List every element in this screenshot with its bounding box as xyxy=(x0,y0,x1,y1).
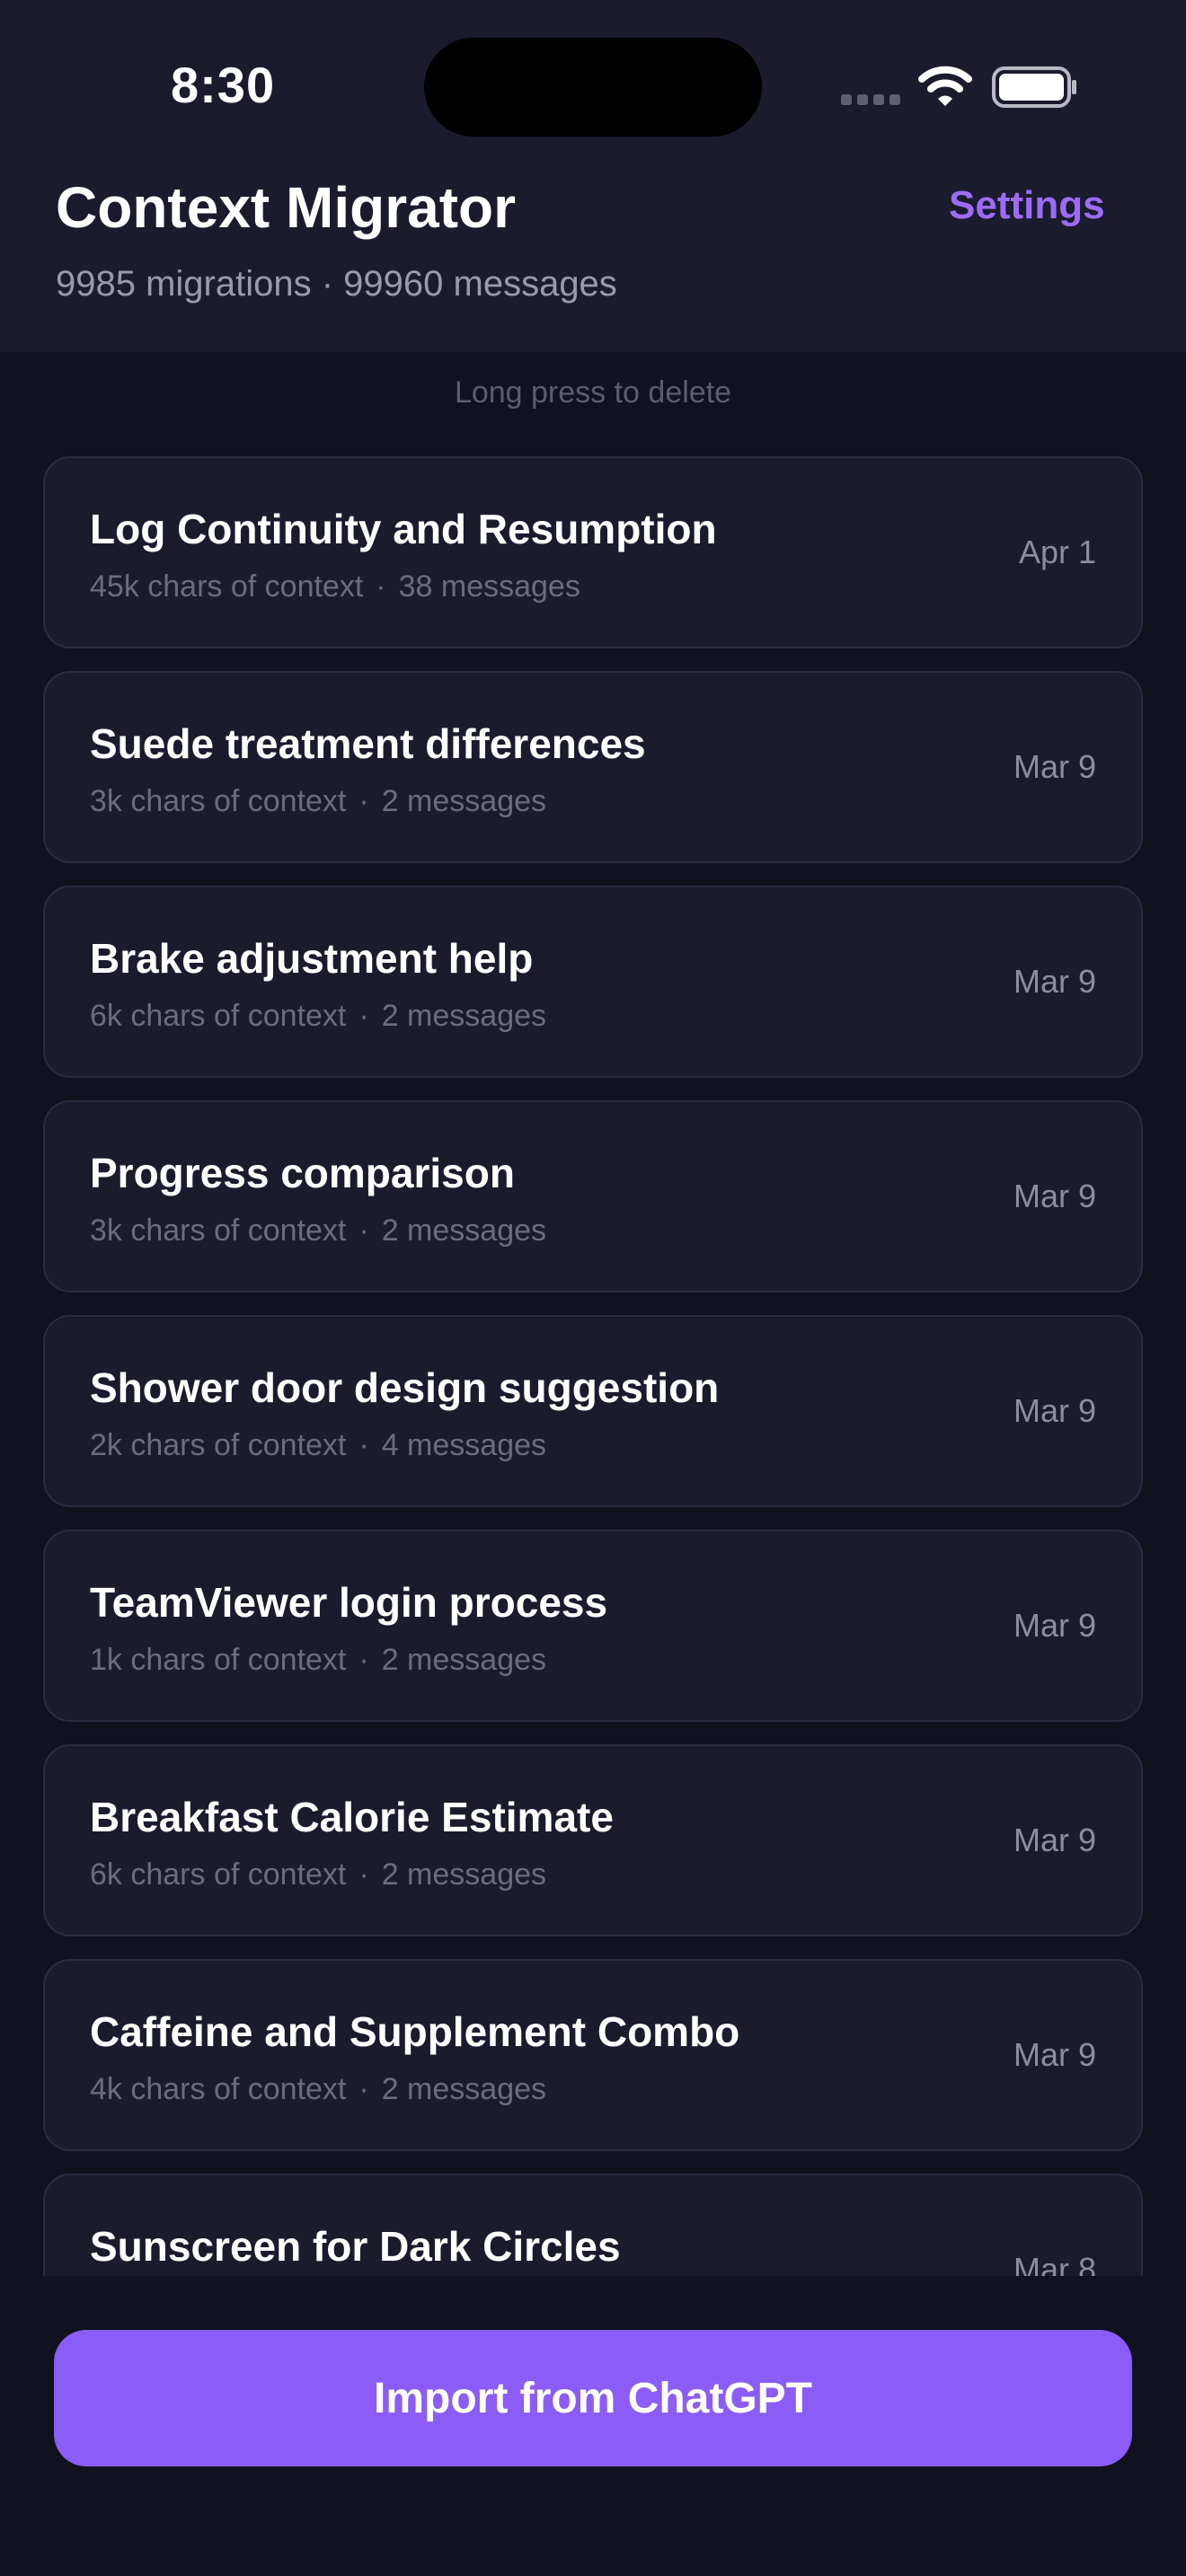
context-size: 1k chars of context xyxy=(90,1643,347,1677)
dynamic-island xyxy=(424,38,762,137)
meta-separator: · xyxy=(358,784,369,818)
message-count: 2 messages xyxy=(381,1213,547,1248)
status-bar: 8:30 xyxy=(0,0,1186,171)
conversation-title: Brake adjustment help xyxy=(90,935,534,982)
import-from-chatgpt-button[interactable]: Import from ChatGPT xyxy=(54,2330,1132,2466)
delete-hint: Long press to delete xyxy=(454,375,732,410)
message-count: 2 messages xyxy=(381,999,547,1033)
conversation-title: Shower door design suggestion xyxy=(90,1364,720,1411)
conversation-date: Mar 9 xyxy=(1013,1822,1096,1858)
conversation-card[interactable]: Suede treatment differences 3k chars of … xyxy=(43,671,1143,863)
conversation-card[interactable]: Shower door design suggestion 2k chars o… xyxy=(43,1315,1143,1507)
conversation-card[interactable]: Sunscreen for Dark Circles Mar 8 xyxy=(43,2174,1143,2276)
conversation-meta: 6k chars of context · 2 messages xyxy=(90,1857,546,1892)
conversation-title: Sunscreen for Dark Circles xyxy=(90,2223,621,2270)
conversation-title: Suede treatment differences xyxy=(90,720,646,767)
message-count: 2 messages xyxy=(381,784,547,818)
message-count: 38 messages xyxy=(398,569,580,604)
conversation-date: Mar 8 xyxy=(1013,2251,1096,2276)
meta-separator: · xyxy=(358,1857,369,1892)
conversation-meta: 4k chars of context · 2 messages xyxy=(90,2072,546,2107)
context-size: 4k chars of context xyxy=(90,2072,347,2106)
context-size: 3k chars of context xyxy=(90,784,347,818)
context-size: 2k chars of context xyxy=(90,1428,347,1462)
app-header: 8:30 Context Migrator Settings 9985 migr… xyxy=(0,0,1186,352)
conversation-meta: 2k chars of context · 4 messages xyxy=(90,1428,546,1463)
conversation-meta: 1k chars of context · 2 messages xyxy=(90,1643,546,1678)
conversation-card[interactable]: Progress comparison 3k chars of context ·… xyxy=(43,1100,1143,1292)
conversation-title: TeamViewer login process xyxy=(90,1579,608,1626)
migration-stats: 9985 migrations · 99960 messages xyxy=(56,264,617,304)
message-count: 2 messages xyxy=(381,1643,547,1677)
conversation-meta: 3k chars of context · 2 messages xyxy=(90,784,546,819)
conversation-meta: 45k chars of context · 38 messages xyxy=(90,569,580,604)
cellular-signal-icon xyxy=(841,93,906,110)
meta-separator: · xyxy=(358,1428,369,1462)
conversation-title: Breakfast Calorie Estimate xyxy=(90,1794,614,1840)
meta-separator: · xyxy=(376,569,386,604)
context-size: 6k chars of context xyxy=(90,999,347,1033)
battery-icon xyxy=(992,66,1076,108)
conversation-card[interactable]: Breakfast Calorie Estimate 6k chars of c… xyxy=(43,1744,1143,1936)
conversation-date: Mar 9 xyxy=(1013,748,1096,785)
conversation-date: Mar 9 xyxy=(1013,1607,1096,1644)
meta-separator: · xyxy=(358,1643,369,1677)
conversation-date: Mar 9 xyxy=(1013,1392,1096,1429)
conversation-title: Log Continuity and Resumption xyxy=(90,506,717,552)
meta-separator: · xyxy=(358,999,369,1033)
wifi-icon xyxy=(918,66,972,106)
conversation-meta: 6k chars of context · 2 messages xyxy=(90,999,546,1034)
conversation-meta: 3k chars of context · 2 messages xyxy=(90,1213,546,1248)
conversation-card[interactable]: Caffeine and Supplement Combo 4k chars o… xyxy=(43,1959,1143,2151)
meta-separator: · xyxy=(358,1213,369,1248)
message-count: 2 messages xyxy=(381,1857,547,1892)
context-size: 45k chars of context xyxy=(90,569,364,604)
page-title: Context Migrator xyxy=(56,175,516,240)
conversation-date: Mar 9 xyxy=(1013,1178,1096,1214)
context-size: 3k chars of context xyxy=(90,1213,347,1248)
conversation-title: Progress comparison xyxy=(90,1150,515,1196)
conversation-date: Mar 9 xyxy=(1013,963,1096,1000)
conversation-title: Caffeine and Supplement Combo xyxy=(90,2008,740,2055)
message-count: 2 messages xyxy=(381,2072,547,2106)
context-size: 6k chars of context xyxy=(90,1857,347,1892)
conversation-card[interactable]: TeamViewer login process 1k chars of con… xyxy=(43,1530,1143,1722)
meta-separator: · xyxy=(358,2072,369,2106)
conversation-card[interactable]: Log Continuity and Resumption 45k chars … xyxy=(43,456,1143,648)
conversation-date: Mar 9 xyxy=(1013,2036,1096,2073)
settings-button[interactable]: Settings xyxy=(949,183,1105,228)
conversation-card[interactable]: Brake adjustment help 6k chars of contex… xyxy=(43,886,1143,1078)
status-time: 8:30 xyxy=(171,57,276,113)
message-count: 4 messages xyxy=(381,1428,547,1462)
conversation-list[interactable]: Log Continuity and Resumption 45k chars … xyxy=(43,456,1143,2276)
conversation-date: Apr 1 xyxy=(1018,534,1096,570)
